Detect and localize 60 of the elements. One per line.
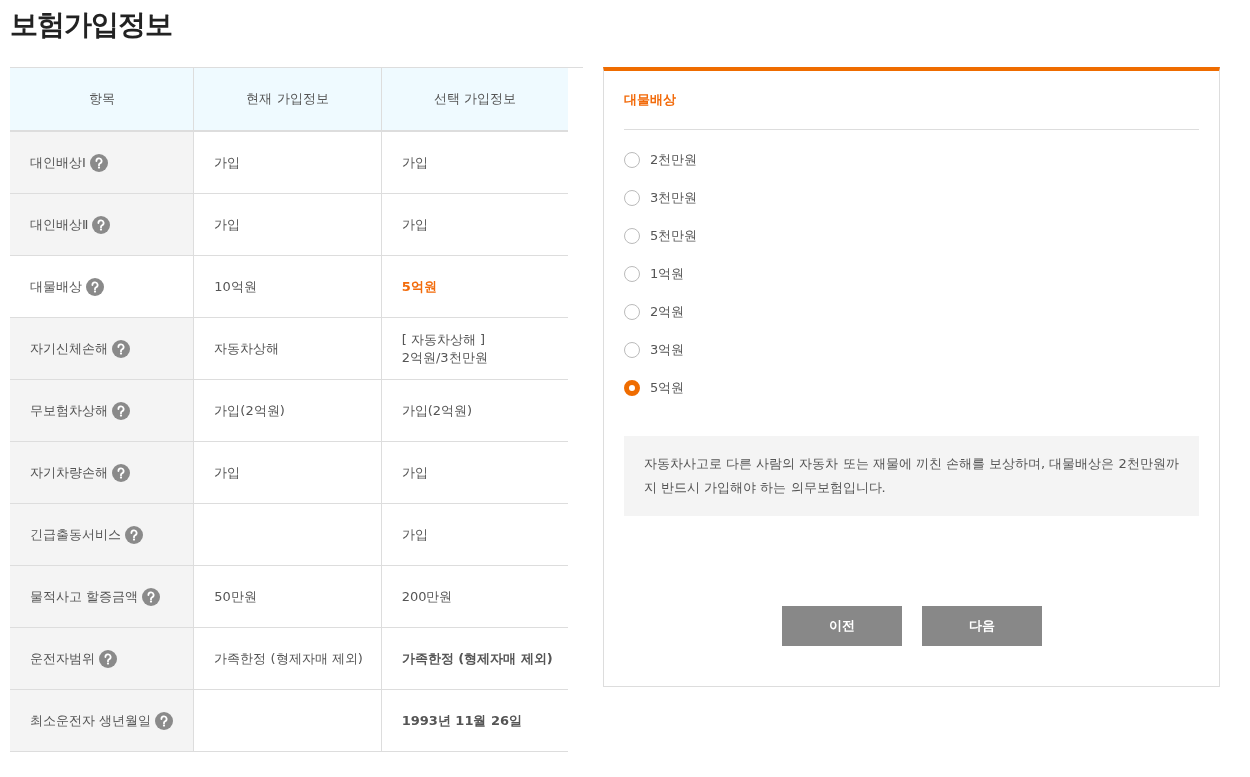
help-icon[interactable] (112, 401, 130, 420)
radio-option[interactable]: 2천만원 (624, 150, 1199, 170)
nav-button[interactable]: 이전 (781, 606, 902, 646)
column-header: 현재 가입정보 (193, 68, 382, 131)
radio-option[interactable]: 3억원 (624, 340, 1199, 360)
description-text: 자동차사고로 다른 사람의 자동차 또는 재물에 끼친 손해를 보상하며, 대물배상은 2천만원까지 반드시 가입해야 하는 의무보험입니다. (624, 436, 1199, 516)
radio-option[interactable]: 5억원 (624, 378, 1199, 398)
selected-value: 1993년 11월 26일 (401, 712, 523, 728)
nav-button[interactable]: 다음 (921, 606, 1042, 646)
column-header: 선택 가입정보 (381, 68, 568, 131)
selected-value: 5억원 (401, 278, 437, 294)
help-icon[interactable] (112, 463, 130, 482)
selected-value: 200만원 (401, 588, 453, 604)
current-value: 자동차상해 (214, 340, 280, 356)
current-value: 10억원 (214, 278, 257, 294)
item-label: 대인배상Ⅰ (30, 153, 86, 172)
radio-icon[interactable] (624, 380, 640, 396)
radio-icon[interactable] (624, 152, 640, 168)
help-icon[interactable] (86, 277, 104, 296)
selected-value: 가입(2억원) (401, 402, 473, 418)
item-label: 운전자범위 (30, 649, 95, 668)
panel-title: 대물배상 (624, 91, 1199, 130)
radio-icon[interactable] (624, 228, 640, 244)
page-title: 보험가입정보 (10, 7, 173, 41)
selected-value: 가입 (401, 464, 428, 480)
radio-icon[interactable] (624, 190, 640, 206)
current-value: 가입 (214, 216, 241, 232)
selected-value: 가족한정 (형제자매 제외) (401, 650, 553, 666)
item-label: 대물배상 (30, 277, 82, 296)
selected-value: 가입 (401, 154, 428, 170)
radio-icon[interactable] (624, 342, 640, 358)
selected-value: 가입 (401, 216, 428, 232)
radio-option[interactable]: 1억원 (624, 264, 1199, 284)
help-icon[interactable] (99, 649, 117, 668)
item-label: 무보험차상해 (30, 401, 108, 420)
help-icon[interactable] (89, 153, 108, 172)
radio-icon[interactable] (624, 304, 640, 320)
item-label: 자기신체손해 (30, 339, 108, 358)
item-label: 물적사고 할증금액 (30, 587, 139, 606)
radio-option[interactable]: 5천만원 (624, 226, 1199, 246)
item-label: 대인배상Ⅱ (30, 215, 89, 234)
current-value: 가입(2억원) (214, 402, 285, 418)
column-header: 항목 (10, 68, 194, 131)
item-label: 긴급출동서비스 (30, 525, 121, 544)
current-value: 가입 (214, 464, 241, 480)
item-label: 최소운전자 생년월일 (30, 711, 152, 730)
current-value: 가족한정 (형제자매 제외) (214, 650, 363, 666)
radio-icon[interactable] (624, 266, 640, 282)
radio-option[interactable]: 2억원 (624, 302, 1199, 322)
help-icon[interactable] (142, 587, 161, 606)
current-value: 가입 (214, 154, 241, 170)
current-value: 50만원 (214, 588, 257, 604)
selected-value: [ 자동차상해 ] 2억원/3천만원 (401, 331, 488, 365)
help-icon[interactable] (125, 525, 143, 544)
help-icon[interactable] (112, 339, 130, 358)
item-label: 자기차량손해 (30, 463, 108, 482)
radio-option[interactable]: 3천만원 (624, 188, 1199, 208)
help-icon[interactable] (92, 215, 111, 234)
help-icon[interactable] (155, 711, 174, 730)
selected-value: 가입 (401, 526, 428, 542)
